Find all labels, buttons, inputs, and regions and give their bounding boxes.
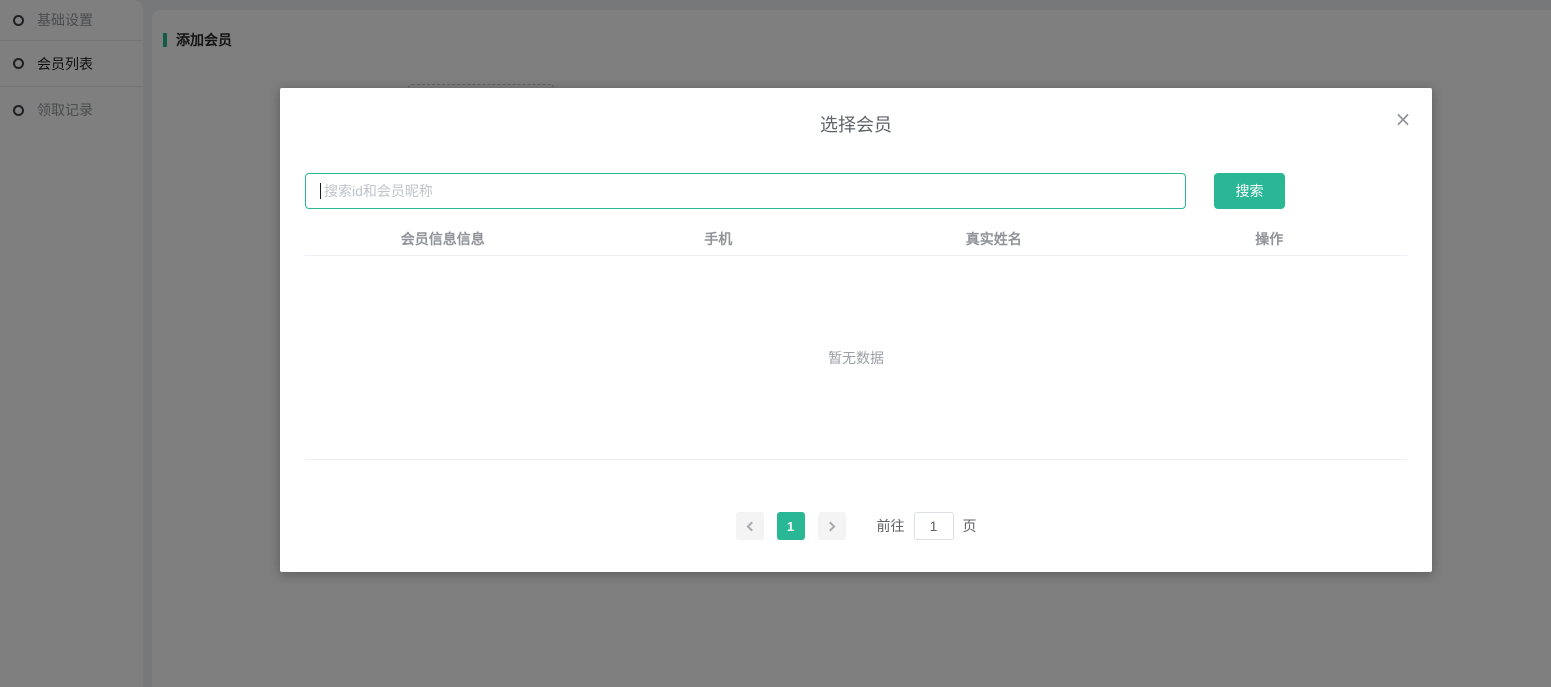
goto-page-input[interactable]: [913, 512, 954, 540]
goto-page-group: 前往 页: [877, 512, 977, 540]
search-row: 搜索: [305, 173, 1407, 209]
dialog-title: 选择会员: [820, 115, 892, 135]
page-number-button[interactable]: 1: [776, 512, 805, 540]
text-caret: [320, 183, 321, 199]
prev-page-button[interactable]: [735, 512, 764, 540]
table-header-row: 会员信息信息 手机 真实姓名 操作: [305, 222, 1407, 256]
pagination: 1 前往 页: [280, 512, 1432, 540]
column-header-phone: 手机: [704, 230, 733, 247]
chevron-left-icon: [746, 521, 756, 531]
close-icon[interactable]: ×: [1391, 107, 1415, 131]
chevron-right-icon: [825, 521, 835, 531]
column-header-real-name: 真实姓名: [965, 230, 1022, 247]
empty-data-text: 暂无数据: [828, 349, 884, 366]
search-button[interactable]: 搜索: [1214, 173, 1285, 209]
search-input[interactable]: [305, 173, 1186, 209]
goto-unit-label: 页: [962, 518, 977, 534]
goto-label: 前往: [876, 518, 905, 534]
select-member-dialog: 选择会员 × 搜索 会员信息信息 手机 真实姓名 操作 暂无数据 1 前往 页: [280, 88, 1432, 572]
next-page-button[interactable]: [817, 512, 846, 540]
column-header-member-info: 会员信息信息: [400, 230, 485, 247]
search-input-wrap: [305, 173, 1186, 209]
column-header-actions: 操作: [1255, 230, 1284, 247]
table-body: 暂无数据: [305, 256, 1407, 460]
